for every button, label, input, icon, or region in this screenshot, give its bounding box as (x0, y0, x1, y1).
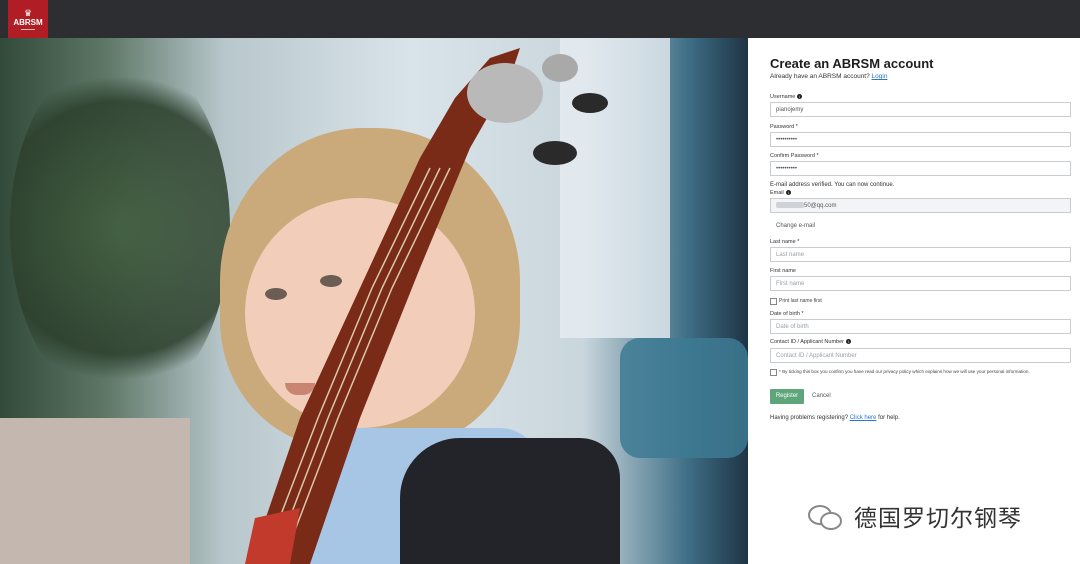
consent-text: * By ticking this box you confirm you ha… (779, 369, 1030, 374)
registration-panel: Create an ABRSM account Already have an … (748, 38, 1080, 564)
wechat-icon (808, 505, 842, 530)
double-bass (245, 48, 608, 564)
username-label-text: Username (770, 94, 796, 100)
last-name-label: Last name * (770, 239, 800, 245)
logo-underline (21, 28, 35, 30)
date-of-birth-input[interactable]: Date of birth (770, 319, 1071, 334)
help-text: Having problems registering? Click here … (770, 415, 900, 421)
login-link[interactable]: Login (872, 73, 888, 80)
print-last-name-first-checkbox[interactable] (770, 298, 777, 305)
help-suffix: for help. (878, 415, 900, 421)
hero-image-girl-with-double-bass (0, 38, 748, 564)
email-input: 50@qq.com (770, 198, 1071, 213)
username-input[interactable]: pianojemy (770, 102, 1071, 117)
email-verified-note: E-mail address verified. You can now con… (770, 182, 895, 188)
info-icon[interactable]: i (785, 190, 791, 196)
contact-id-label-text: Contact ID / Applicant Number (770, 339, 844, 345)
change-email-link[interactable]: Change e-mail (776, 223, 815, 229)
first-name-input[interactable]: First name (770, 276, 1071, 291)
help-link[interactable]: Click here (850, 415, 877, 421)
username-label: Username i (770, 94, 803, 100)
crown-icon: ♛ (23, 7, 33, 18)
watermark: 德国罗切尔钢琴 (808, 500, 1022, 532)
consent-checkbox[interactable] (770, 369, 777, 376)
top-bar: ♛ ABRSM (0, 0, 1080, 38)
abrsm-logo[interactable]: ♛ ABRSM (8, 0, 48, 38)
info-icon[interactable]: i (845, 339, 851, 345)
email-label: Email i (770, 190, 791, 196)
cancel-button[interactable]: Cancel (812, 389, 831, 404)
date-of-birth-label: Date of birth * (770, 311, 804, 317)
watermark-text: 德国罗切尔钢琴 (854, 505, 1022, 531)
redacted-email-part (776, 202, 804, 209)
login-prompt: Already have an ABRSM account? Login (770, 73, 887, 80)
contact-id-input[interactable]: Contact ID / Applicant Number (770, 348, 1071, 363)
contact-id-label: Contact ID / Applicant Number i (770, 339, 851, 345)
print-last-name-first-label: Print last name first (779, 298, 822, 304)
email-value: 50@qq.com (804, 203, 837, 209)
login-prompt-text: Already have an ABRSM account? (770, 73, 870, 80)
logo-text: ABRSM (13, 17, 43, 27)
password-input[interactable]: •••••••••• (770, 132, 1071, 147)
help-prefix: Having problems registering? (770, 415, 849, 421)
last-name-input[interactable]: Last name (770, 247, 1071, 262)
wechat-bubble-right (820, 512, 842, 530)
password-label: Password * (770, 124, 798, 130)
first-name-label: First name (770, 268, 796, 274)
email-label-text: Email (770, 190, 784, 196)
info-icon[interactable]: i (797, 94, 803, 100)
confirm-password-label: Confirm Password * (770, 153, 819, 159)
register-button[interactable]: Register (770, 389, 804, 404)
confirm-password-input[interactable]: •••••••••• (770, 161, 1071, 176)
page-title: Create an ABRSM account (770, 56, 934, 71)
